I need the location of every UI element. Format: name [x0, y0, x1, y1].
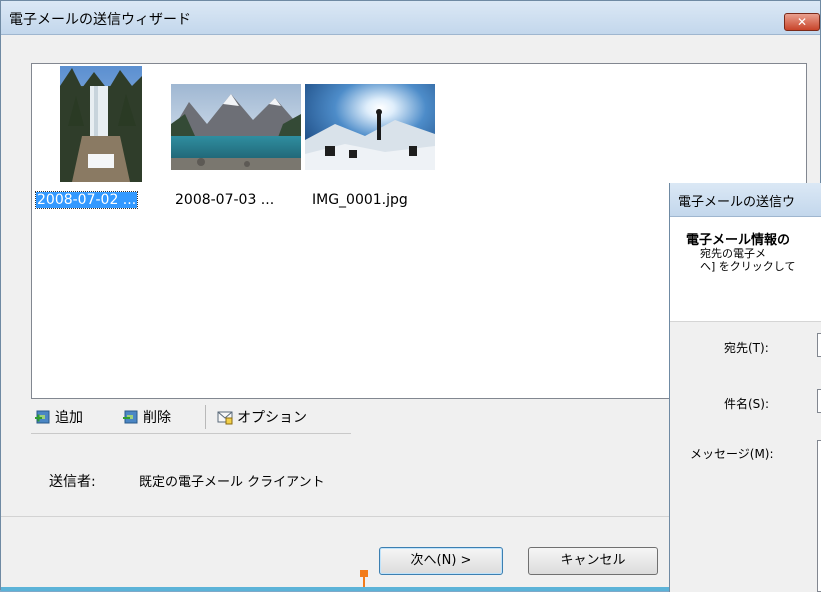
to-input[interactable]: [817, 333, 821, 357]
delete-button[interactable]: 削除: [123, 407, 171, 427]
message-textarea[interactable]: [817, 440, 821, 592]
taskbar-accent: [1, 587, 671, 591]
options-button[interactable]: オプション: [217, 407, 307, 427]
add-label: 追加: [55, 410, 83, 426]
title-bar[interactable]: 電子メールの送信ウィザード ✕: [1, 1, 820, 35]
window-title: 電子メールの送信ウィザード: [9, 12, 191, 28]
description-line-1: 宛先の電子メ: [700, 247, 766, 260]
gallery-toolbar: 追加 削除 オプション: [31, 401, 351, 434]
subject-label: 件名(S):: [724, 397, 770, 411]
cursor-marker: [360, 570, 368, 577]
description-line-2: へ] をクリックして: [700, 260, 796, 273]
email-info-heading: 電子メール情報の: [686, 233, 791, 248]
sender-label: 送信者:: [49, 474, 96, 490]
message-label: メッセージ(M):: [690, 447, 774, 461]
next-button[interactable]: 次へ(N) >: [379, 547, 503, 575]
second-wizard-window: 電子メールの送信ウ 電子メール情報の 宛先の電子メ へ] をクリックして 宛先(…: [669, 183, 821, 592]
sender-value: 既定の電子メール クライアント: [139, 475, 325, 490]
thumbnail-mountain-lake[interactable]: [171, 84, 301, 170]
mountain-lake-photo-icon: [171, 84, 301, 170]
photo-caption-3[interactable]: IMG_0001.jpg: [312, 192, 408, 208]
options-label: オプション: [237, 410, 307, 426]
cancel-button[interactable]: キャンセル: [528, 547, 658, 575]
second-header-panel: 電子メール情報の 宛先の電子メ へ] をクリックして: [670, 217, 821, 322]
sunburst-hikers-photo-icon: [305, 84, 435, 170]
email-info-description: 宛先の電子メ へ] をクリックして: [700, 247, 795, 273]
add-image-icon: [35, 409, 51, 425]
delete-label: 削除: [143, 410, 171, 426]
second-title-bar[interactable]: 電子メールの送信ウ: [670, 183, 821, 217]
thumbnail-sunburst[interactable]: [305, 84, 435, 170]
add-button[interactable]: 追加: [35, 407, 83, 427]
to-label: 宛先(T):: [724, 341, 769, 355]
photo-caption-1[interactable]: 2008-07-02 ...: [34, 191, 139, 209]
close-button[interactable]: ✕: [784, 13, 820, 31]
photo-caption-2[interactable]: 2008-07-03 ...: [175, 192, 274, 208]
second-window-title: 電子メールの送信ウ: [678, 195, 796, 210]
mail-options-icon: [217, 409, 233, 425]
thumbnail-waterfall[interactable]: [60, 66, 142, 182]
subject-input[interactable]: [817, 389, 821, 413]
toolbar-separator: [205, 405, 206, 429]
remove-image-icon: [123, 409, 139, 425]
waterfall-photo-icon: [60, 66, 142, 182]
